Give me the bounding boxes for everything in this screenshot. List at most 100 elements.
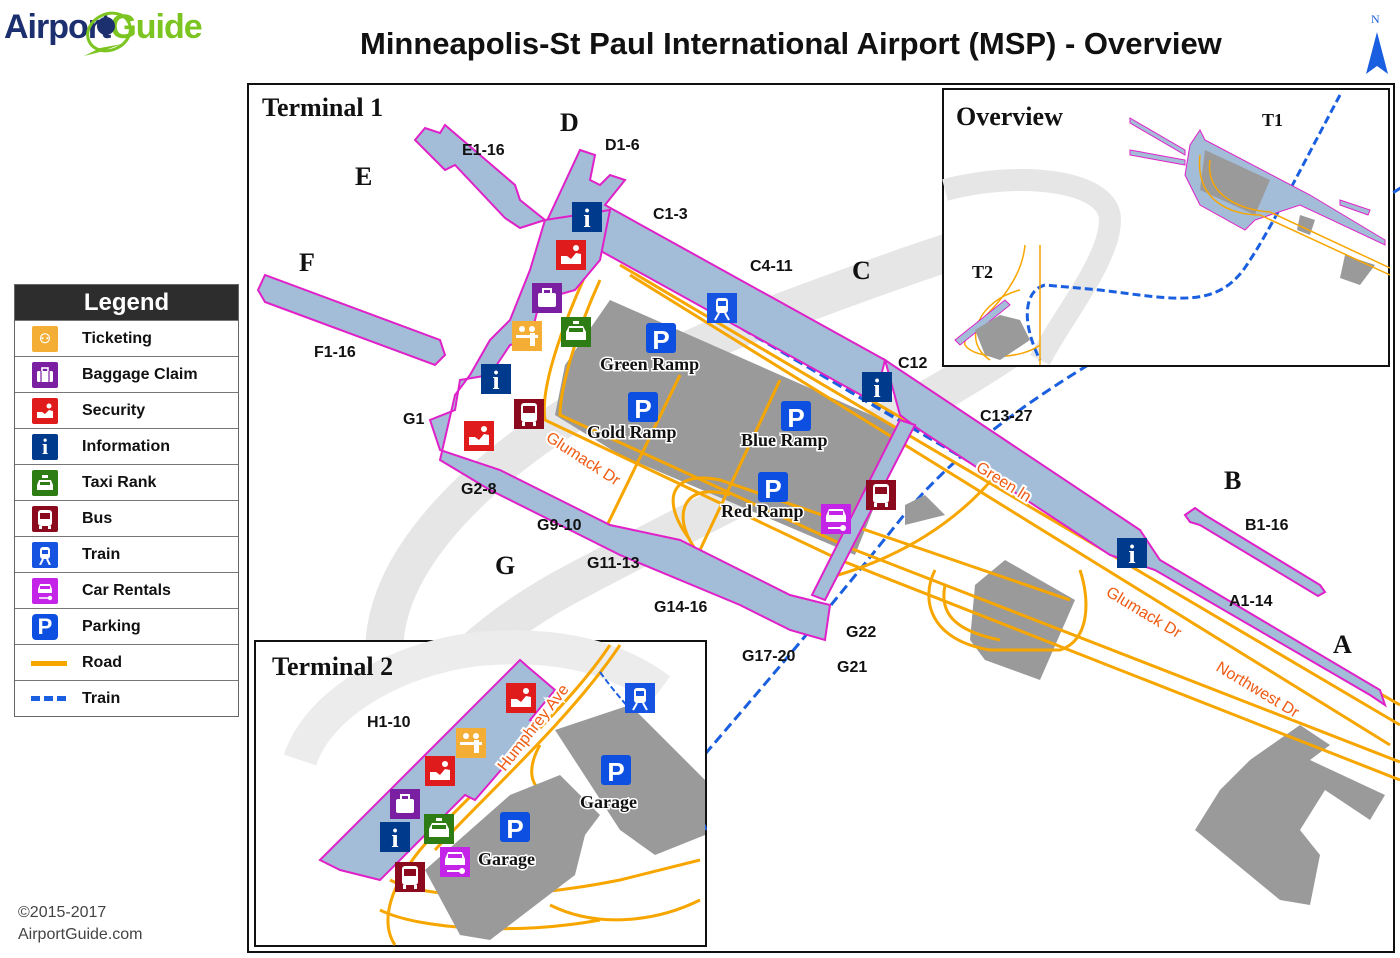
parking-label-green-ramp: Green Ramp — [600, 354, 699, 374]
gate-label: A1-14 — [1229, 593, 1273, 610]
logo-swoosh-icon — [84, 11, 132, 56]
north-arrow: N — [1362, 10, 1392, 80]
train-line-overview-segment — [698, 186, 1400, 761]
skyway — [810, 418, 917, 602]
watermark-swoosh — [365, 200, 1129, 808]
concourse-c-d — [543, 148, 887, 402]
parking-icon — [646, 323, 676, 355]
concourse-b-label: B — [1224, 466, 1241, 495]
gate-label: F1-16 — [314, 344, 356, 361]
overview-t1-label: T1 — [1262, 110, 1283, 130]
parking-icon — [758, 472, 788, 504]
car-rental-icon — [439, 846, 471, 878]
legend: Legend ⚇ Ticketing Baggage Claim Securit… — [14, 284, 239, 717]
train-line-t2-b — [643, 649, 708, 831]
overview-title: Overview — [956, 102, 1063, 131]
gate-label: G17-20 — [742, 648, 795, 665]
parking-label-garage: Garage — [478, 849, 535, 869]
road-line-icon — [31, 661, 67, 666]
overview-t2-label: T2 — [972, 262, 993, 282]
parking-label-blue-ramp: Blue Ramp — [741, 430, 828, 450]
information-icon — [1117, 538, 1147, 569]
road-label-glumack: Glumack Dr — [1103, 584, 1185, 642]
overview-inset: Overview T1 T2 — [942, 88, 1391, 367]
gate-label: G14-16 — [654, 599, 707, 616]
parking-label-gold-ramp: Gold Ramp — [587, 422, 677, 442]
legend-label: Car Rentals — [82, 581, 171, 599]
gate-label: G11-13 — [587, 555, 640, 572]
bus-icon — [514, 399, 544, 429]
gate-label: G22 — [846, 624, 876, 641]
information-icon — [572, 202, 602, 233]
north-label: N — [1371, 12, 1380, 26]
information-icon — [380, 822, 410, 853]
t2-terminal-building — [318, 658, 557, 882]
baggage-claim-icon — [389, 788, 421, 820]
car-rental-icon — [820, 503, 852, 535]
copyright-site: AirportGuide.com — [18, 926, 143, 943]
legend-item-baggage-claim: Baggage Claim — [15, 356, 238, 392]
copyright-years: ©2015-2017 — [18, 904, 107, 921]
taxi-icon — [424, 814, 454, 844]
legend-item-road: Road — [15, 644, 238, 680]
concourse-f-label: F — [299, 248, 315, 277]
legend-label: Train — [82, 689, 121, 707]
security-icon — [506, 683, 536, 713]
legend-item-parking: P Parking — [15, 608, 238, 644]
gate-label: G21 — [837, 659, 867, 676]
road-label-humphrey: Humphrey Ave — [495, 681, 573, 774]
t2-garage-east — [555, 705, 705, 855]
map-frame — [247, 83, 1395, 953]
parking-label-red-ramp: Red Ramp — [721, 501, 804, 521]
bus-icon — [395, 862, 425, 892]
train-line — [598, 243, 1132, 557]
concourse-d-label: D — [560, 108, 579, 137]
concourse-c-label: C — [852, 256, 871, 285]
train-icon — [624, 682, 656, 714]
airportguide-logo[interactable]: AirportGuide — [4, 4, 204, 64]
legend-item-bus: Bus — [15, 500, 238, 536]
page-title: Minneapolis-St Paul International Airpor… — [360, 26, 1222, 61]
parking-icon — [500, 812, 530, 844]
legend-item-information: i Information — [15, 428, 238, 464]
train-icon — [706, 292, 738, 324]
information-icon: i — [32, 434, 58, 460]
concourse-b — [1183, 506, 1327, 598]
legend-item-taxi-rank: Taxi Rank — [15, 464, 238, 500]
legend-label: Parking — [82, 617, 141, 635]
train-line-t2 — [634, 649, 702, 831]
concourse-e — [413, 123, 548, 230]
taxi-icon — [561, 317, 591, 347]
legend-item-ticketing: ⚇ Ticketing — [15, 320, 238, 356]
gate-label: C4-11 — [750, 258, 793, 275]
legend-label: Bus — [82, 509, 113, 527]
bus-icon — [866, 480, 896, 510]
concourse-e-label: E — [355, 162, 372, 191]
parking-icon: P — [32, 614, 58, 640]
ticketing-icon — [512, 321, 542, 351]
taxi-icon — [32, 470, 58, 496]
concourse-a-c — [883, 357, 1387, 708]
information-icon — [481, 364, 511, 395]
legend-label: Information — [82, 437, 170, 455]
ticketing-icon: ⚇ — [32, 326, 58, 352]
gate-label: D1-6 — [605, 137, 640, 154]
legend-label: Baggage Claim — [82, 365, 198, 383]
rental-building — [970, 560, 1075, 680]
t1-roads — [542, 248, 1400, 782]
gate-label: C12 — [898, 355, 927, 372]
legend-item-car-rentals: Car Rentals — [15, 572, 238, 608]
gate-label: B1-16 — [1245, 517, 1289, 534]
car-rental-icon — [32, 578, 58, 604]
baggage-claim-icon — [32, 362, 58, 388]
train-line-icon — [31, 696, 67, 701]
gate-label: G9-10 — [537, 517, 582, 534]
copyright: ©2015-2017 AirportGuide.com — [18, 902, 143, 946]
t1-parking-building — [555, 300, 905, 555]
legend-label: Train — [82, 545, 121, 563]
concourse-f — [256, 273, 447, 367]
security-icon — [425, 756, 455, 786]
legend-label: Ticketing — [82, 329, 152, 347]
legend-label: Road — [82, 653, 122, 671]
concourse-a-label: A — [1333, 630, 1352, 659]
